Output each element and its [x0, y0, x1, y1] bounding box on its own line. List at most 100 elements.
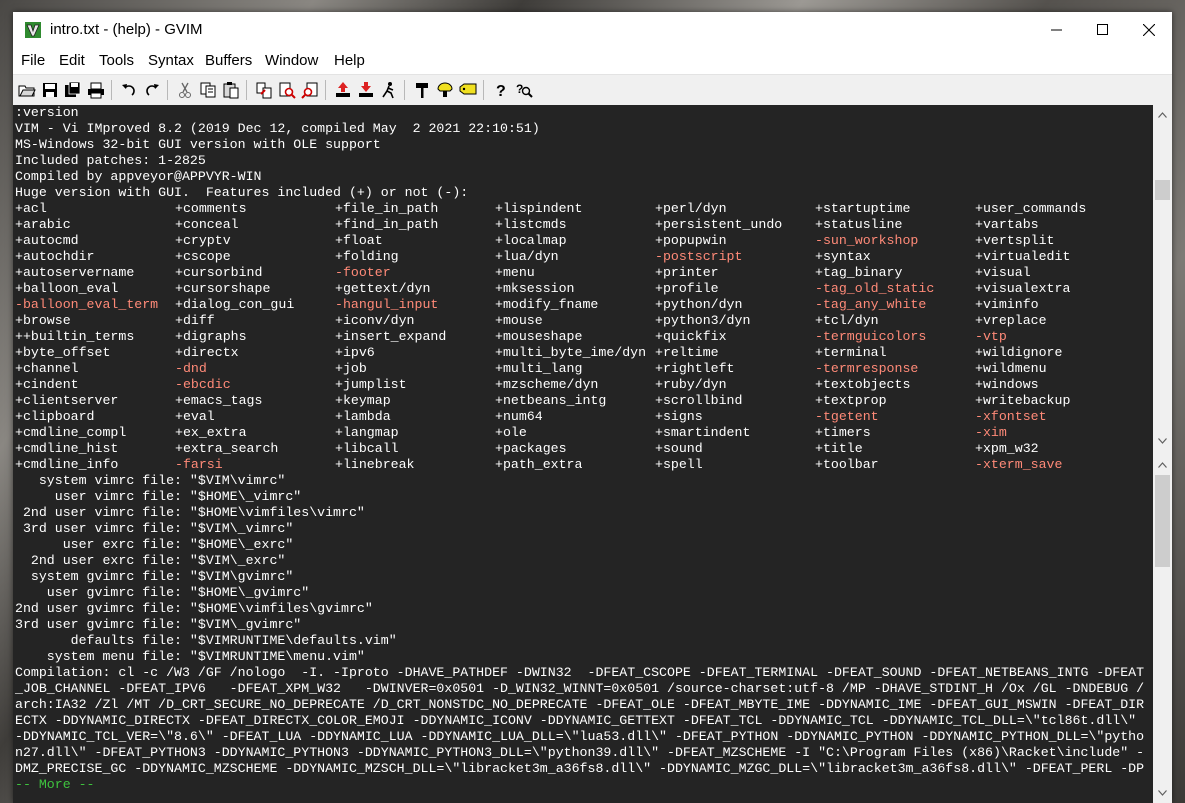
- feature-row: +arabic +conceal +find_in_path +listcmds +pe…: [15, 217, 1153, 233]
- feature-flag: +vreplace: [975, 313, 1047, 328]
- compilation-line: ECTX -DDYNAMIC_DIRECTX -DFEAT_DIRECTX_CO…: [15, 713, 1137, 728]
- feature-flag: +vertsplit: [975, 233, 1055, 248]
- feature-flag: +multi_byte_ime/dyn: [495, 345, 647, 360]
- feature-row: +autocmd +cryptv +float +localmap +popupwin -…: [15, 233, 1153, 249]
- scroll-up-arrow-icon[interactable]: [1153, 106, 1172, 123]
- feature-flag: +cindent: [15, 377, 79, 392]
- config-file-line: defaults file: "$VIMRUNTIME\defaults.vim…: [15, 633, 397, 648]
- paste-icon[interactable]: [221, 80, 241, 100]
- scroll-down-arrow-icon[interactable]: [1153, 432, 1172, 449]
- feature-flag: +modify_fname: [495, 297, 599, 312]
- find-prev-icon[interactable]: [300, 80, 320, 100]
- tags-icon[interactable]: [458, 80, 478, 100]
- make-icon[interactable]: [412, 80, 432, 100]
- save-all-icon[interactable]: [63, 80, 83, 100]
- feature-flag: +textobjects: [815, 377, 911, 392]
- compilation-line: DMZ_PRECISE_GC -DDYNAMIC_MZSCHEME -DDYNA…: [15, 761, 1145, 776]
- menu-window[interactable]: Window: [265, 52, 318, 69]
- feature-flag: +dialog_con_gui: [175, 297, 295, 312]
- toolbar-separator: [404, 80, 405, 100]
- feature-row: +balloon_eval +cursorshape +gettext/dyn +mk…: [15, 281, 1153, 297]
- feature-flag: +perl/dyn: [655, 201, 727, 216]
- print-icon[interactable]: [86, 80, 106, 100]
- feature-flag: +lispindent: [495, 201, 583, 216]
- copy-icon[interactable]: [198, 80, 218, 100]
- menu-file[interactable]: File: [21, 52, 45, 69]
- feature-flag: +acl: [15, 201, 47, 216]
- feature-flag: +mouse: [495, 313, 543, 328]
- scroll-down-arrow-icon[interactable]: [1153, 784, 1172, 801]
- undo-icon[interactable]: [119, 80, 139, 100]
- feature-flag: +startuptime: [815, 201, 911, 216]
- feature-flag: -xim: [975, 425, 1007, 440]
- find-next-icon[interactable]: [277, 80, 297, 100]
- menu-help[interactable]: Help: [334, 52, 365, 69]
- find-help-icon[interactable]: ?: [514, 80, 534, 100]
- feature-flag: +linebreak: [335, 457, 415, 472]
- load-session-icon[interactable]: [333, 80, 353, 100]
- feature-flag: +directx: [175, 345, 239, 360]
- feature-flag: +xpm_w32: [975, 441, 1039, 456]
- config-file-line: 2nd user gvimrc file: "$HOME\vimfiles\gv…: [15, 601, 373, 616]
- feature-flag: +byte_offset: [15, 345, 111, 360]
- feature-flag: -xterm_save: [975, 457, 1063, 472]
- menu-tools[interactable]: Tools: [99, 52, 134, 69]
- feature-flag: +popupwin: [655, 233, 727, 248]
- feature-flag: +comments: [175, 201, 247, 216]
- config-file-line: system gvimrc file: "$VIM\gvimrc": [15, 569, 294, 584]
- help-icon[interactable]: ?: [491, 80, 511, 100]
- feature-flag: +signs: [655, 409, 703, 424]
- vertical-scrollbar[interactable]: [1153, 105, 1172, 803]
- close-button[interactable]: [1126, 12, 1172, 48]
- editor-text-area[interactable]: :version VIM - Vi IMproved 8.2 (2019 Dec …: [13, 105, 1153, 803]
- feature-flag: +statusline: [815, 217, 903, 232]
- feature-flag: -sun_workshop: [815, 233, 919, 248]
- menu-buffers[interactable]: Buffers: [205, 52, 252, 69]
- feature-flag: -vtp: [975, 329, 1007, 344]
- feature-flag: +ipv6: [335, 345, 375, 360]
- menu-syntax[interactable]: Syntax: [148, 52, 194, 69]
- feature-flag: -tag_any_white: [815, 297, 927, 312]
- open-icon[interactable]: [17, 80, 37, 100]
- replace-icon[interactable]: [254, 80, 274, 100]
- run-script-icon[interactable]: [379, 80, 399, 100]
- feature-flag: +conceal: [175, 217, 239, 232]
- save-icon[interactable]: [40, 80, 60, 100]
- feature-flag: +persistent_undo: [655, 217, 783, 232]
- scroll-up-arrow-icon[interactable]: [1153, 456, 1172, 473]
- feature-flag: +extra_search: [175, 441, 279, 456]
- feature-row: +byte_offset +directx +ipv6 +multi_byte_ime…: [15, 345, 1153, 361]
- feature-flag: +viminfo: [975, 297, 1039, 312]
- shell-icon[interactable]: [435, 80, 455, 100]
- save-session-icon[interactable]: [356, 80, 376, 100]
- scrollbar-thumb[interactable]: [1155, 475, 1170, 567]
- cut-icon[interactable]: [175, 80, 195, 100]
- feature-flag: +diff: [175, 313, 215, 328]
- minimize-button[interactable]: [1034, 12, 1080, 48]
- toolbar-separator: [483, 80, 484, 100]
- feature-flag: +balloon_eval: [15, 281, 119, 296]
- feature-flag: +float: [335, 233, 383, 248]
- scrollbar-thumb[interactable]: [1155, 180, 1170, 200]
- feature-flag: +sound: [655, 441, 703, 456]
- config-file-line: 2nd user vimrc file: "$HOME\vimfiles\vim…: [15, 505, 365, 520]
- feature-flag: -farsi: [175, 457, 223, 472]
- feature-flag: +cscope: [175, 249, 231, 264]
- redo-icon[interactable]: [142, 80, 162, 100]
- feature-flag: -dnd: [175, 361, 207, 376]
- menu-edit[interactable]: Edit: [59, 52, 85, 69]
- feature-flag: +cursorshape: [175, 281, 271, 296]
- feature-flag: +multi_lang: [495, 361, 583, 376]
- feature-row: +cindent -ebcdic +jumplist +mzscheme/dyn +ru…: [15, 377, 1153, 393]
- toolbar-separator: [167, 80, 168, 100]
- feature-flag: +clientserver: [15, 393, 119, 408]
- gvim-app-icon[interactable]: [24, 21, 42, 39]
- svg-text:?: ?: [516, 82, 523, 96]
- feature-flag: +file_in_path: [335, 201, 439, 216]
- feature-flag: +find_in_path: [335, 217, 439, 232]
- maximize-button[interactable]: [1080, 12, 1126, 48]
- feature-flag: +wildmenu: [975, 361, 1047, 376]
- feature-flag: +windows: [975, 377, 1039, 392]
- title-bar[interactable]: intro.txt - (help) - GVIM: [13, 12, 1172, 48]
- feature-flag: +ole: [495, 425, 527, 440]
